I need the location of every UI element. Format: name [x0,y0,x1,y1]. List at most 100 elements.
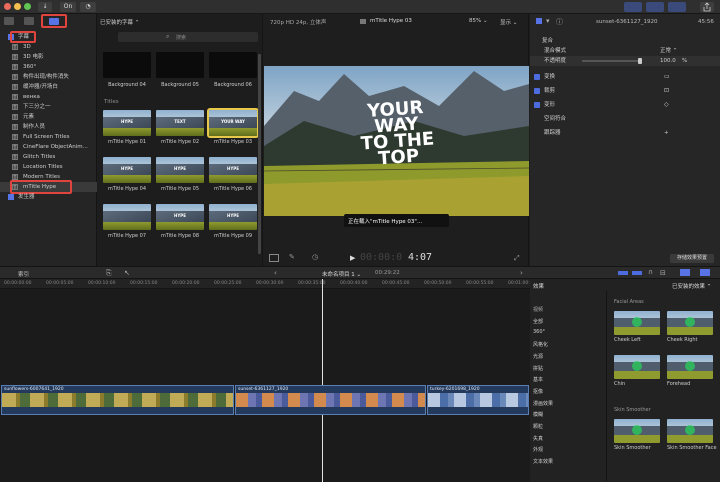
photos-icon[interactable] [24,17,34,25]
viewer-show-menu[interactable]: 显示 ⌄ [500,18,517,26]
library-item[interactable]: Tвенка [0,92,97,102]
clip-sunflowers[interactable]: sunflowers-6007641_1920 [1,385,234,415]
distort-row[interactable]: 变形 ◇ [530,100,720,110]
title-thumbnail[interactable]: HYPE [156,204,204,230]
title-thumbnail[interactable]: TEXT [156,110,204,136]
forward-arrow-icon[interactable]: › [520,269,523,277]
effects-category[interactable]: 光源 [533,353,543,360]
edit-connect-icon[interactable]: ⎘ [106,269,112,278]
effects-category[interactable]: 外观 [533,446,543,453]
clip-sunset[interactable]: sunset-6361127_1920 [235,385,426,415]
close-window-button[interactable] [4,3,11,10]
minimize-window-button[interactable] [14,3,21,10]
title-thumbnail[interactable]: HYPE [103,157,151,183]
clip-appearance-icon[interactable] [618,271,628,275]
video-inspector-tab-icon[interactable] [536,18,542,24]
effects-category[interactable]: 视频 [533,306,543,313]
layout-inspector-button[interactable] [668,2,686,12]
clip-turkey[interactable]: turkey-6201698_1920 [427,385,529,415]
tracker-row[interactable]: 跟踪器 + [530,128,720,138]
title-thumbnail[interactable]: HYPE [156,157,204,183]
library-item[interactable]: T 构件出现/构件消失 [0,72,97,82]
skimming-icon[interactable]: ⊟ [660,269,666,277]
effect-thumbnail[interactable] [667,419,713,443]
viewer-zoom[interactable]: 85% ⌄ [469,18,488,24]
library-item[interactable]: T Location Titles [0,162,97,172]
title-thumbnail[interactable]: HYPE [209,204,257,230]
enhance-tool-icon[interactable]: ✎ [289,253,295,261]
crop-row[interactable]: 裁剪 ⊡ [530,86,720,96]
library-item[interactable]: T Full Screen Titles [0,132,97,142]
info-inspector-tab-icon[interactable]: ⓘ [556,17,563,27]
effects-category[interactable]: 颗粒 [533,423,543,430]
library-item[interactable]: T Glitch Titles [0,152,97,162]
titles-generators-button-highlight[interactable] [41,14,67,28]
zoom-icon[interactable] [632,271,642,275]
color-inspector-tab-icon[interactable]: ▾ [546,17,550,25]
effects-category[interactable]: 漫画效果 [533,400,553,407]
title-thumbnail[interactable] [103,204,151,230]
title-thumbnail[interactable]: HYPE [209,157,257,183]
effects-category[interactable]: 全部 [533,318,543,325]
library-item[interactable]: T 元素 [0,112,97,122]
effects-category[interactable]: 拼贴 [533,365,543,372]
library-item[interactable]: T CineFlare ObjectAnim... [0,142,97,152]
library-item[interactable]: T 缓冲器/开场白 [0,82,97,92]
project-name[interactable]: 未命名项目 1 ⌄ [322,270,361,278]
effect-thumbnail[interactable] [614,355,660,379]
background-tasks-button[interactable]: ◔ [80,2,96,12]
play-button[interactable]: ▶ [350,254,355,262]
zoom-window-button[interactable] [24,3,31,10]
installed-effects-dropdown[interactable]: 已安装的效果 ⌃ [672,282,711,290]
effects-category[interactable]: 失真 [533,435,543,442]
index-button[interactable]: 索引 [18,270,29,278]
share-button[interactable] [700,2,714,12]
media-browser-icon[interactable] [4,17,14,25]
title-thumbnail[interactable]: HYPE [103,110,151,136]
search-placeholder: 搜索 [176,35,187,41]
effects-category[interactable]: 文本效果 [533,458,553,465]
background-thumbnail[interactable] [209,52,257,78]
title-thumbnail[interactable]: YOUR WAY [207,108,259,138]
effects-category[interactable]: 基本 [533,376,543,383]
layout-browser-button[interactable] [624,2,642,12]
effect-thumbnail[interactable] [614,419,660,443]
spatial-conform-row[interactable]: 空间符合 [530,114,720,124]
opacity-slider[interactable] [582,58,642,64]
save-effects-preset-button[interactable]: 存储效果预置 [670,254,714,263]
library-item[interactable]: T 制作人员 [0,122,97,132]
fullscreen-icon[interactable]: ⤢ [514,254,520,263]
effect-thumbnail[interactable] [614,311,660,335]
key-button[interactable]: On [60,2,76,12]
back-arrow-icon[interactable]: ‹ [274,269,277,277]
playhead[interactable] [322,279,323,482]
library-item[interactable]: 发生器 [0,192,97,202]
import-button[interactable]: ↓ [38,2,52,12]
library-item[interactable]: T 3D [0,42,97,52]
effects-category[interactable]: 抠像 [533,388,543,395]
library-item[interactable]: T 下三分之一 [0,102,97,112]
effect-thumbnail[interactable] [667,355,713,379]
background-thumbnail[interactable] [103,52,151,78]
transform-tool-icon[interactable] [269,254,279,262]
transitions-browser-icon[interactable] [700,269,710,276]
blend-mode-row[interactable]: 混合模式 正常 ⌃ [530,46,720,56]
browser-scrollbar[interactable] [258,54,261,254]
effects-category[interactable]: 模糊 [533,411,543,418]
browser-category-dropdown[interactable]: 已安装的字幕 ⌃ [98,18,262,26]
effects-category[interactable]: 360° [533,329,545,335]
library-item[interactable]: T 3D 电影 [0,52,97,62]
effect-thumbnail[interactable] [667,311,713,335]
background-thumbnail[interactable] [156,52,204,78]
effects-browser-icon[interactable] [680,269,690,276]
transform-row[interactable]: 变换 ▭ [530,72,720,82]
project-duration: 00:29:22 [375,270,400,276]
library-item[interactable]: T 360° [0,62,97,72]
select-tool-icon[interactable]: ↖ [124,269,130,277]
audio-icon[interactable]: ∩ [648,268,653,276]
opacity-row[interactable]: 不透明度 100.0 % [530,56,720,66]
layout-timeline-button[interactable] [646,2,664,12]
effects-category[interactable]: 风格化 [533,341,548,348]
browser-search-field[interactable]: ⌕ 搜索 [118,32,258,42]
speed-tool-icon[interactable]: ◷ [312,253,318,261]
